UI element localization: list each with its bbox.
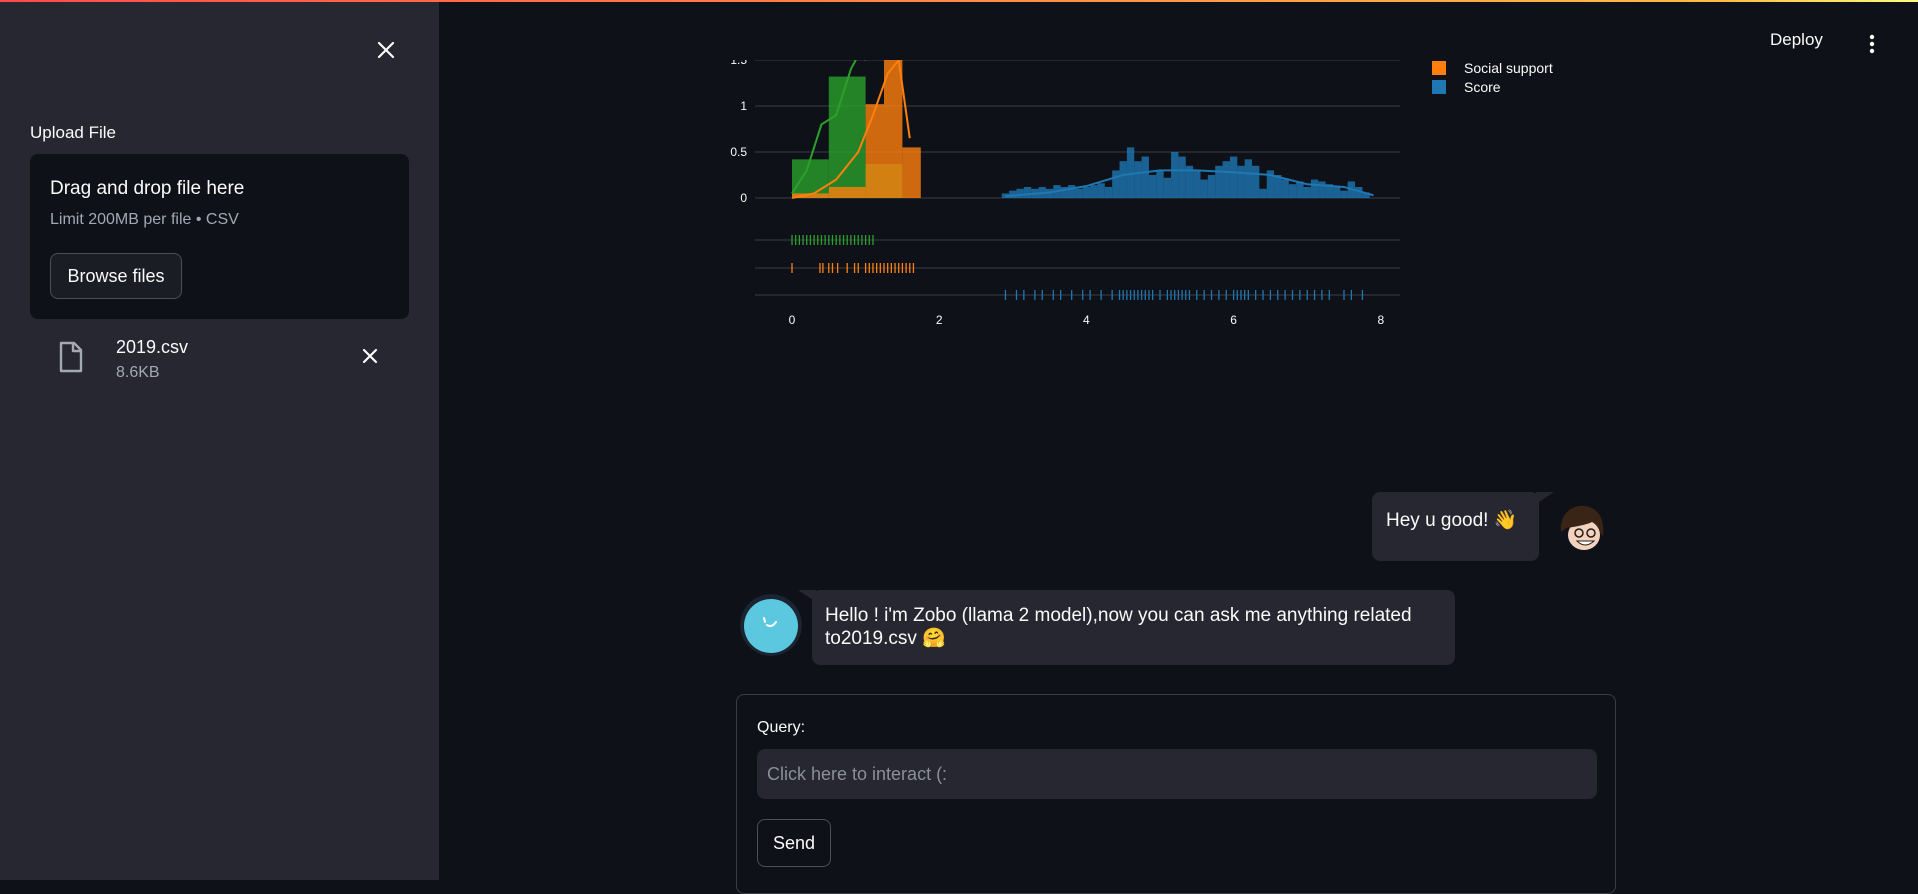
main-menu-button[interactable] [1862, 28, 1882, 60]
histogram-bar [1163, 177, 1172, 198]
file-size: 8.6KB [116, 364, 160, 381]
histogram-bar [1281, 179, 1289, 198]
histogram-bar [1222, 161, 1230, 198]
x-tick-label: 4 [1083, 313, 1090, 327]
histogram-bar [1112, 170, 1120, 198]
histogram-bar [1207, 175, 1216, 198]
dropzone-title: Drag and drop file here [50, 178, 245, 199]
user-message-text: Hey u good! 👋 [1386, 510, 1518, 531]
histogram-bar [1193, 170, 1201, 198]
histogram-bar [1097, 183, 1105, 198]
histogram-bar [1178, 156, 1186, 198]
histogram-bar [1156, 170, 1164, 198]
histogram-bar [1075, 188, 1083, 198]
histogram-bar [1119, 161, 1127, 198]
bot-message-bubble: Hello ! i'm Zobo (llama 2 model),now you… [812, 590, 1455, 665]
histogram-bar [1332, 186, 1341, 198]
histogram-bar [828, 186, 866, 198]
histogram-bar [1141, 156, 1149, 198]
query-form: Query: Send [736, 694, 1616, 894]
histogram-bar [1259, 188, 1267, 198]
histogram-bar [1068, 185, 1076, 198]
browse-files-button[interactable]: Browse files [50, 253, 182, 299]
histogram-bar [1009, 190, 1017, 198]
histogram-bar [792, 159, 829, 198]
remove-file-button[interactable] [356, 342, 384, 370]
histogram-bar [1340, 190, 1348, 198]
close-sidebar-button[interactable] [370, 34, 402, 66]
deploy-button[interactable]: Deploy [1770, 30, 1823, 50]
close-icon [362, 348, 378, 364]
histogram-bar [1082, 186, 1091, 198]
y-tick-label: 0 [740, 191, 747, 205]
query-input[interactable] [757, 749, 1597, 799]
sidebar: Upload File Drag and drop file here Limi… [0, 2, 439, 880]
query-label: Query: [757, 719, 806, 736]
histogram-bar [884, 60, 903, 198]
user-message-bubble: Hey u good! 👋 [1372, 492, 1539, 561]
histogram-bar [1200, 179, 1208, 198]
y-tick-label: 1.5 [730, 60, 747, 67]
histogram-bar [1171, 152, 1179, 198]
distribution-chart: 0 0.5 1 1.5 0 2 4 6 8 Social support Score [730, 60, 1553, 327]
bot-avatar-icon [740, 594, 802, 656]
file-name: 2019.csv [116, 337, 189, 357]
user-avatar-icon [1555, 502, 1607, 554]
close-icon [377, 41, 395, 59]
histogram-bar [1288, 184, 1297, 198]
upload-file-label: Upload File [30, 123, 116, 142]
histogram-bar [1023, 186, 1032, 198]
uploaded-file-item: 2019.csv 8.6KB [30, 330, 409, 388]
dropzone-limit-text: Limit 200MB per file • CSV [50, 211, 239, 228]
x-tick-label: 0 [789, 313, 796, 327]
histogram-bar [865, 104, 884, 198]
x-tick-label: 6 [1230, 313, 1237, 327]
legend-swatch [1432, 61, 1446, 75]
histogram-bar [1252, 165, 1260, 198]
histogram-bar [1134, 161, 1142, 198]
histogram-bar [1016, 188, 1024, 198]
legend-swatch [1432, 80, 1446, 94]
file-icon [58, 341, 84, 378]
legend-label: Score [1464, 79, 1501, 95]
legend-label: Social support [1464, 60, 1553, 76]
histogram-bar [1244, 159, 1252, 198]
bot-message-text: Hello ! i'm Zobo (llama 2 model),now you… [825, 605, 1412, 649]
histogram-bar [1148, 175, 1157, 198]
histogram-bar [1229, 156, 1238, 198]
y-tick-label: 1 [740, 99, 747, 113]
y-tick-label: 0.5 [730, 145, 747, 159]
histogram-bar [1318, 181, 1326, 198]
kebab-menu-icon [1869, 34, 1875, 54]
x-tick-label: 2 [936, 313, 943, 327]
histogram-bar [1303, 186, 1311, 198]
histogram-bar [1126, 147, 1135, 198]
file-dropzone[interactable]: Drag and drop file here Limit 200MB per … [30, 154, 409, 319]
histogram-bar [1310, 179, 1319, 198]
histogram-bar [1090, 185, 1098, 198]
histogram-bar [1237, 165, 1245, 198]
histogram-bar [902, 147, 921, 198]
x-tick-label: 8 [1377, 313, 1384, 327]
send-button[interactable]: Send [757, 819, 831, 867]
histogram-bar [1104, 186, 1113, 198]
